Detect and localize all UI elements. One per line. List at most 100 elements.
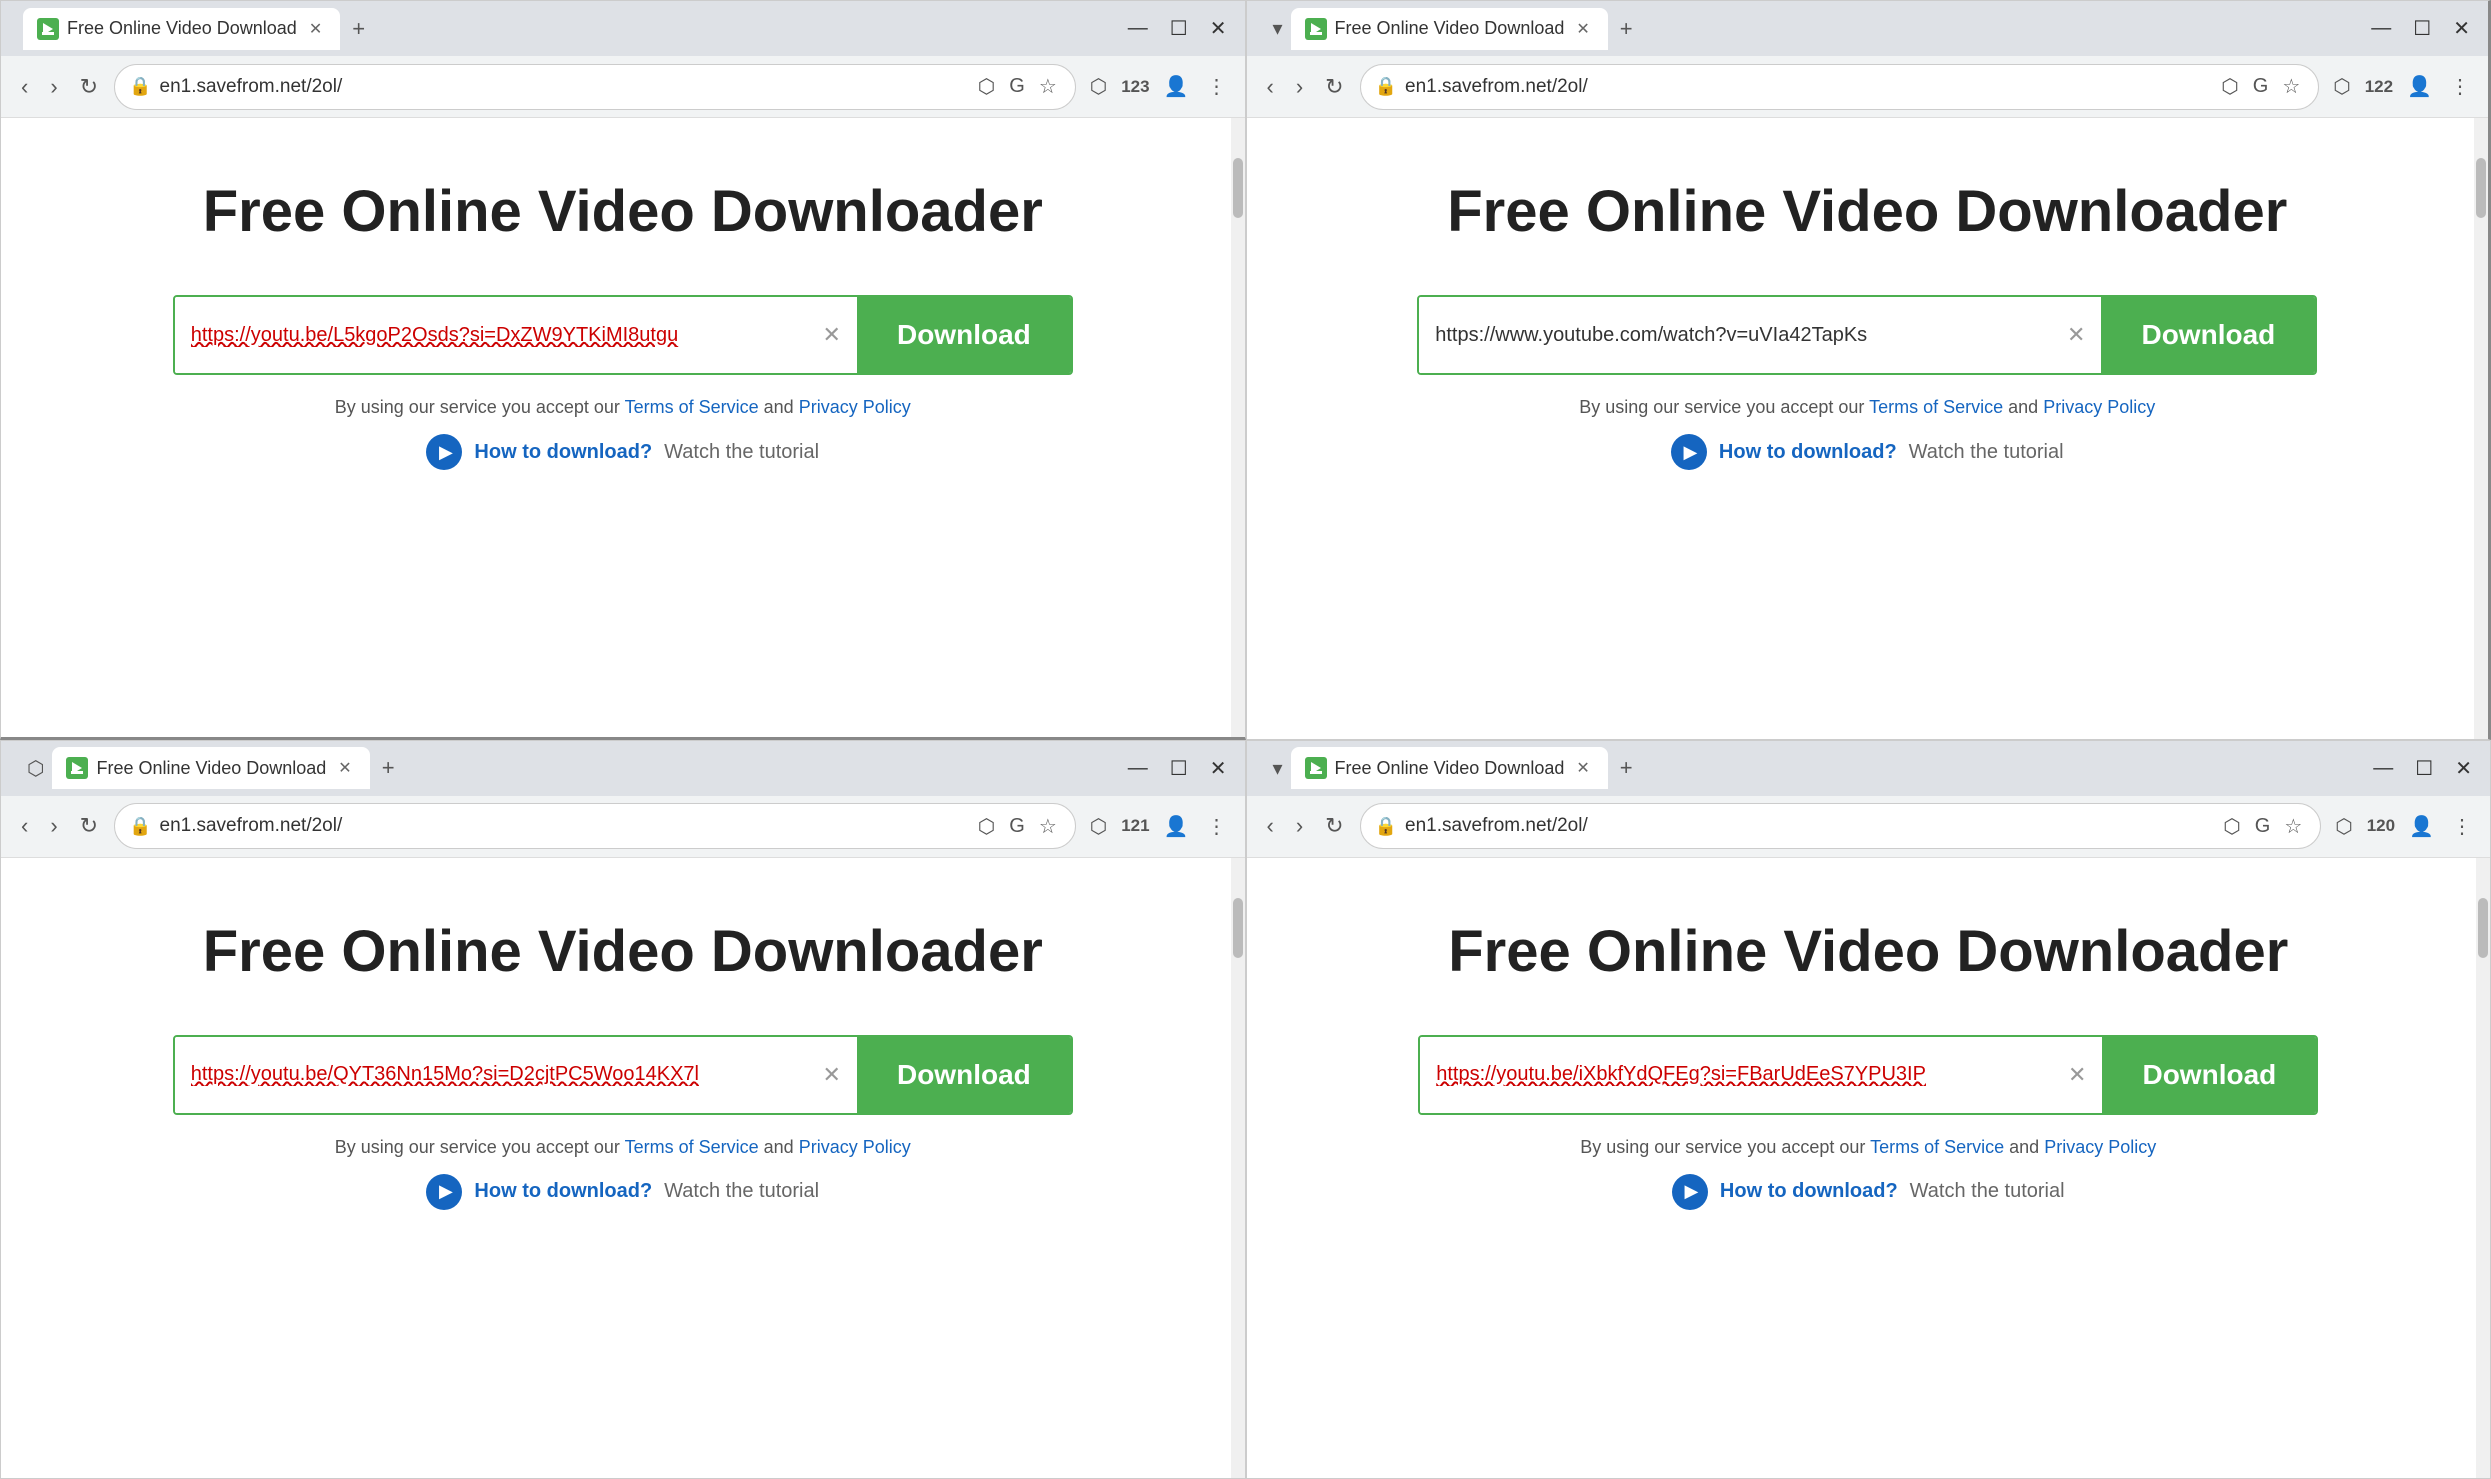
- reload-btn-4[interactable]: ↻: [1319, 809, 1349, 843]
- minimize-btn-1[interactable]: —: [1120, 13, 1156, 44]
- how-to-section-1: ▶ How to download? Watch the tutorial: [426, 434, 819, 470]
- reload-btn-3[interactable]: ↻: [74, 809, 104, 843]
- play-icon-2: ▶: [1684, 442, 1698, 463]
- menu-btn-2[interactable]: ⋮: [2446, 70, 2474, 103]
- profile-btn-4[interactable]: 👤: [2405, 810, 2438, 843]
- profile-btn-1[interactable]: 👤: [1160, 70, 1193, 103]
- extensions-btn-2[interactable]: ⬡: [2329, 70, 2354, 103]
- privacy-link-2[interactable]: Privacy Policy: [2043, 397, 2155, 417]
- play-btn-2[interactable]: ▶: [1671, 434, 1707, 470]
- forward-btn-4[interactable]: ›: [1290, 809, 1309, 843]
- forward-btn-3[interactable]: ›: [44, 809, 63, 843]
- how-to-link-1[interactable]: How to download?: [474, 441, 652, 464]
- new-tab-btn-1[interactable]: +: [344, 12, 373, 46]
- star-btn-4[interactable]: ☆: [2280, 810, 2306, 843]
- new-tab-btn-4[interactable]: +: [1612, 751, 1641, 785]
- url-input-1[interactable]: [191, 324, 813, 347]
- terms-link-4[interactable]: Terms of Service: [1870, 1137, 2004, 1157]
- active-tab-2[interactable]: Free Online Video Download ✕: [1291, 8, 1608, 50]
- address-input-3[interactable]: [160, 815, 966, 837]
- tab-close-btn-4[interactable]: ✕: [1572, 756, 1593, 780]
- clear-url-btn-4[interactable]: ✕: [2068, 1062, 2086, 1088]
- minimize-btn-2[interactable]: —: [2363, 13, 2399, 44]
- translate-btn-3[interactable]: G: [1005, 811, 1029, 842]
- extensions-btn-4[interactable]: ⬡: [2331, 810, 2356, 843]
- play-btn-4[interactable]: ▶: [1672, 1174, 1708, 1210]
- menu-btn-4[interactable]: ⋮: [2448, 810, 2476, 843]
- tab-close-btn-3[interactable]: ✕: [334, 756, 355, 780]
- back-btn-4[interactable]: ‹: [1261, 809, 1280, 843]
- translate-btn-2[interactable]: G: [2249, 71, 2273, 102]
- new-tab-btn-3[interactable]: +: [374, 751, 403, 785]
- url-input-3[interactable]: [191, 1063, 813, 1086]
- clear-url-btn-1[interactable]: ✕: [823, 322, 841, 348]
- maximize-btn-4[interactable]: ☐: [2407, 752, 2441, 785]
- scrollbar-2[interactable]: [2474, 118, 2488, 739]
- address-input-2[interactable]: [1405, 76, 2209, 98]
- screen-cast-btn-1[interactable]: ⬡: [974, 70, 999, 103]
- screen-cast-btn-3[interactable]: ⬡: [974, 810, 999, 843]
- reload-btn-2[interactable]: ↻: [1319, 70, 1349, 104]
- menu-btn-1[interactable]: ⋮: [1203, 70, 1231, 103]
- star-btn-2[interactable]: ☆: [2278, 70, 2304, 103]
- menu-btn-3[interactable]: ⋮: [1203, 810, 1231, 843]
- extensions-btn-3[interactable]: ⬡: [1086, 810, 1111, 843]
- download-btn-3[interactable]: Download: [857, 1037, 1071, 1113]
- reload-btn-1[interactable]: ↻: [74, 70, 104, 104]
- forward-btn-2[interactable]: ›: [1290, 70, 1309, 104]
- active-tab-3[interactable]: Free Online Video Download ✕: [52, 747, 369, 789]
- maximize-btn-2[interactable]: ☐: [2405, 12, 2439, 45]
- download-btn-1[interactable]: Download: [857, 297, 1071, 373]
- download-btn-2[interactable]: Download: [2101, 297, 2315, 373]
- star-btn-3[interactable]: ☆: [1035, 810, 1061, 843]
- scroll-thumb-1: [1233, 158, 1243, 218]
- forward-btn-1[interactable]: ›: [44, 70, 63, 104]
- play-btn-1[interactable]: ▶: [426, 434, 462, 470]
- new-tab-btn-2[interactable]: +: [1612, 12, 1641, 46]
- star-btn-1[interactable]: ☆: [1035, 70, 1061, 103]
- active-tab-1[interactable]: Free Online Video Download ✕: [23, 8, 340, 50]
- tab-close-btn-1[interactable]: ✕: [305, 17, 326, 41]
- address-input-1[interactable]: [160, 76, 966, 98]
- profile-btn-2[interactable]: 👤: [2403, 70, 2436, 103]
- translate-btn-4[interactable]: G: [2251, 811, 2275, 842]
- privacy-link-3[interactable]: Privacy Policy: [799, 1137, 911, 1157]
- url-input-4[interactable]: [1436, 1063, 2058, 1086]
- scrollbar-1[interactable]: [1231, 118, 1245, 737]
- terms-link-2[interactable]: Terms of Service: [1869, 397, 2003, 417]
- close-btn-4[interactable]: ✕: [2447, 752, 2480, 785]
- watch-text-4: Watch the tutorial: [1910, 1180, 2065, 1203]
- close-btn-3[interactable]: ✕: [1202, 752, 1235, 785]
- translate-btn-1[interactable]: G: [1005, 71, 1029, 102]
- how-to-link-4[interactable]: How to download?: [1720, 1180, 1898, 1203]
- scrollbar-3[interactable]: [1231, 858, 1245, 1479]
- profile-btn-3[interactable]: 👤: [1160, 810, 1193, 843]
- screen-cast-btn-4[interactable]: ⬡: [2219, 810, 2244, 843]
- how-to-link-2[interactable]: How to download?: [1719, 441, 1897, 464]
- minimize-btn-3[interactable]: —: [1120, 753, 1156, 784]
- extensions-btn-1[interactable]: ⬡: [1086, 70, 1111, 103]
- close-btn-2[interactable]: ✕: [2445, 12, 2478, 45]
- screen-cast-btn-2[interactable]: ⬡: [2217, 70, 2242, 103]
- clear-url-btn-3[interactable]: ✕: [823, 1062, 841, 1088]
- terms-link-3[interactable]: Terms of Service: [625, 1137, 759, 1157]
- play-btn-3[interactable]: ▶: [426, 1174, 462, 1210]
- privacy-link-4[interactable]: Privacy Policy: [2044, 1137, 2156, 1157]
- scrollbar-4[interactable]: [2476, 858, 2490, 1479]
- active-tab-4[interactable]: Free Online Video Download ✕: [1291, 747, 1608, 789]
- back-btn-2[interactable]: ‹: [1261, 70, 1280, 104]
- minimize-btn-4[interactable]: —: [2365, 753, 2401, 784]
- privacy-link-1[interactable]: Privacy Policy: [799, 397, 911, 417]
- address-input-4[interactable]: [1405, 815, 2211, 837]
- clear-url-btn-2[interactable]: ✕: [2067, 322, 2085, 348]
- how-to-link-3[interactable]: How to download?: [474, 1180, 652, 1203]
- maximize-btn-1[interactable]: ☐: [1162, 12, 1196, 45]
- back-btn-3[interactable]: ‹: [15, 809, 34, 843]
- close-btn-1[interactable]: ✕: [1202, 12, 1235, 45]
- terms-link-1[interactable]: Terms of Service: [625, 397, 759, 417]
- download-btn-4[interactable]: Download: [2102, 1037, 2316, 1113]
- tab-close-btn-2[interactable]: ✕: [1572, 17, 1593, 41]
- url-input-2[interactable]: [1435, 324, 2057, 347]
- back-btn-1[interactable]: ‹: [15, 70, 34, 104]
- maximize-btn-3[interactable]: ☐: [1162, 752, 1196, 785]
